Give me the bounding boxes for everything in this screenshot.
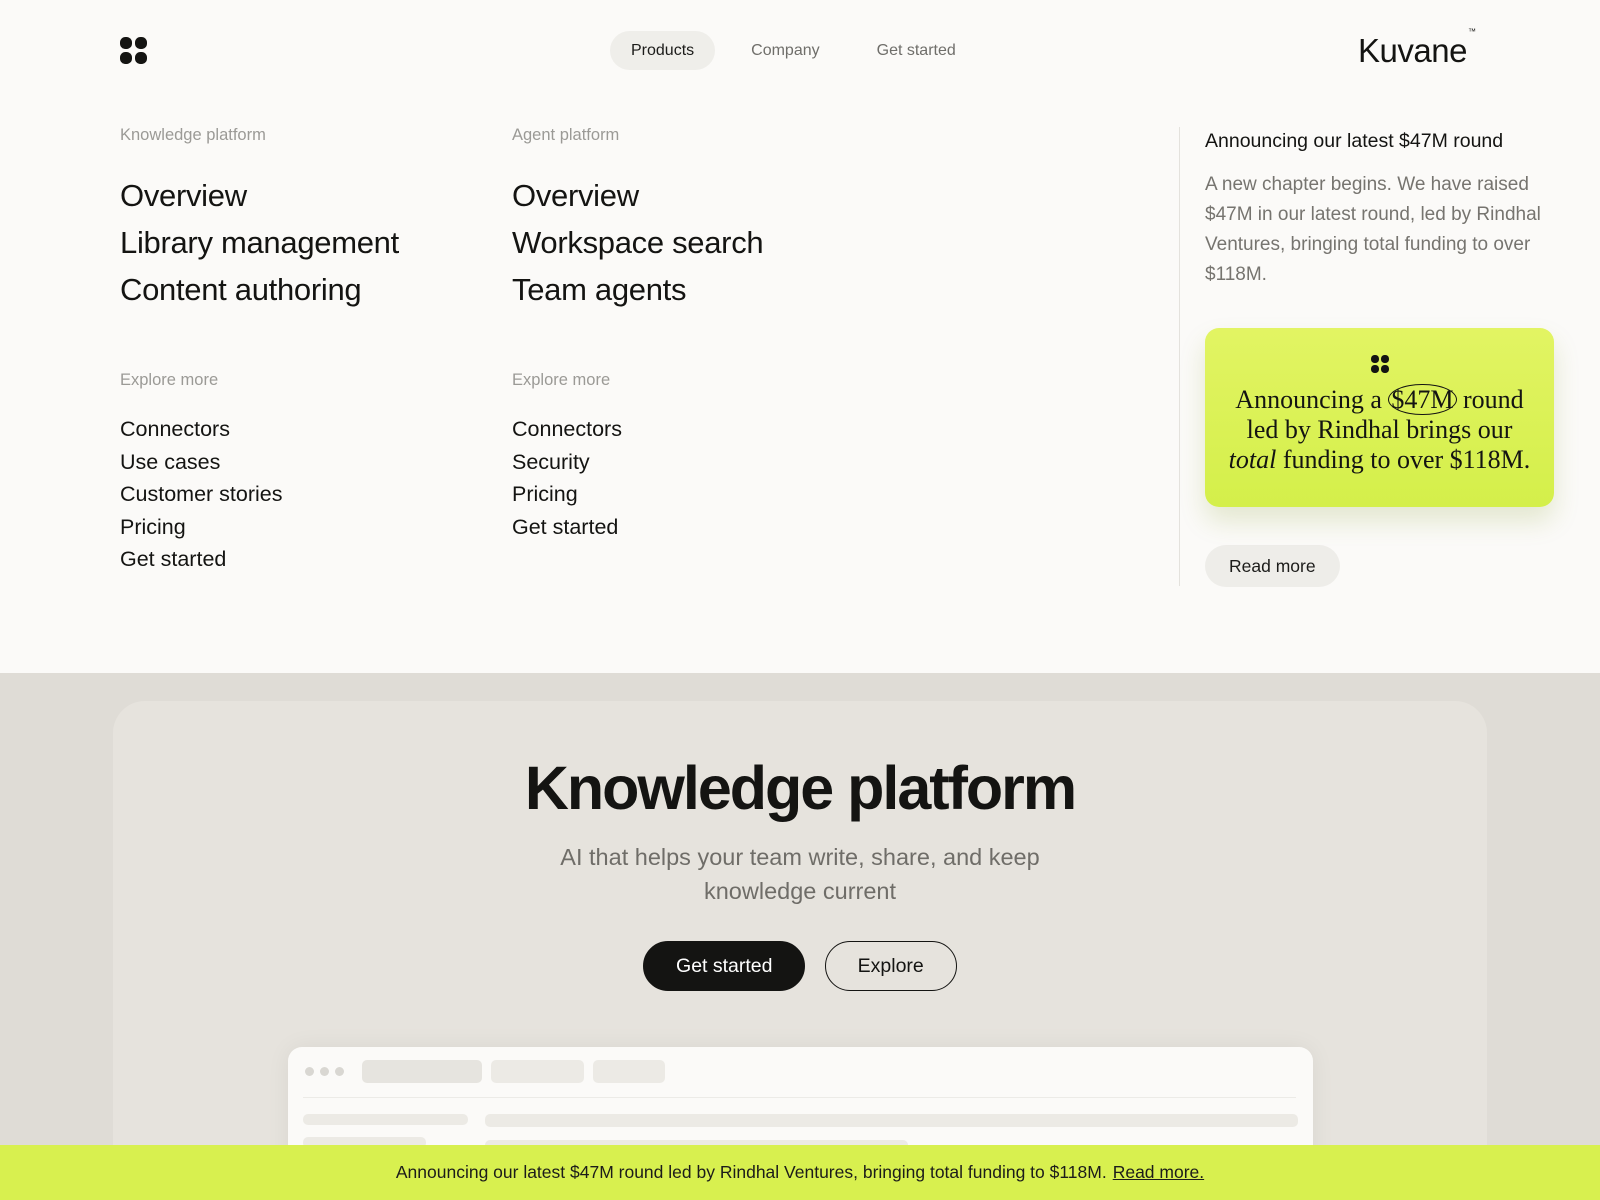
hero-title: Knowledge platform (524, 754, 1077, 822)
news-panel: Announcing our latest $47M round A new c… (1205, 128, 1555, 587)
menu-link-pricing[interactable]: Pricing (120, 511, 480, 544)
nav-item-products[interactable]: Products (610, 31, 716, 70)
main-nav: Products Company Get started (610, 31, 992, 70)
brand-wordmark[interactable]: Kuvane™ (1358, 27, 1476, 70)
read-more-button[interactable]: Read more (1205, 545, 1340, 587)
four-dots-logo-icon[interactable] (120, 37, 147, 64)
hero-actions: Get started Explore (113, 941, 1487, 991)
site-header: Products Company Get started Kuvane™ (0, 0, 1600, 100)
explore-heading-knowledge: Explore more (120, 371, 219, 389)
menu-heading-knowledge: Knowledge platform (120, 126, 266, 144)
menu-link-connectors[interactable]: Connectors (120, 413, 480, 446)
knowledge-primary-links: Overview Library management Content auth… (120, 172, 480, 313)
announcement-read-more-link[interactable]: Read more. (1113, 1162, 1204, 1182)
agent-primary-links: Overview Workspace search Team agents (512, 172, 872, 313)
explore-button[interactable]: Explore (824, 941, 957, 991)
card-quote-italic: total (1228, 445, 1277, 474)
menu-link-agent-get-started[interactable]: Get started (512, 511, 872, 544)
menu-link-knowledge-overview[interactable]: Overview (120, 172, 480, 219)
hero-section: Knowledge platform AI that helps your te… (0, 673, 1600, 1200)
window-divider (303, 1097, 1296, 1098)
four-dots-logo-icon (1371, 355, 1389, 373)
card-quote-line-3: total funding to over $118M. (1205, 445, 1554, 475)
explore-heading-agent: Explore more (512, 371, 611, 389)
circled-amount: $47M (1388, 384, 1457, 415)
agent-secondary-links: Connectors Security Pricing Get started (512, 413, 872, 543)
menu-link-agent-overview[interactable]: Overview (512, 172, 872, 219)
hero-subtitle: AI that helps your team write, share, an… (560, 844, 1040, 904)
skeleton-tab (362, 1060, 482, 1083)
menu-link-agent-pricing[interactable]: Pricing (512, 478, 872, 511)
trademark-symbol: ™ (1467, 27, 1476, 36)
announcement-text: Announcing our latest $47M round led by … (395, 1162, 1107, 1182)
news-title[interactable]: Announcing our latest $47M round (1205, 128, 1555, 154)
get-started-button[interactable]: Get started (643, 941, 806, 991)
menu-heading-agent: Agent platform (512, 126, 620, 144)
menu-link-customer-stories[interactable]: Customer stories (120, 478, 480, 511)
brand-name: Kuvane (1358, 32, 1467, 69)
menu-link-security[interactable]: Security (512, 446, 872, 479)
card-quote-line-1: Announcing a $47M round (1205, 384, 1554, 415)
menu-link-content-authoring[interactable]: Content authoring (120, 266, 480, 313)
card-quote: Announcing a $47M round led by Rindhal b… (1205, 384, 1554, 475)
skeleton-tab (491, 1060, 584, 1083)
news-body: A new chapter begins. We have raised $47… (1205, 174, 1541, 285)
menu-divider (1179, 127, 1180, 586)
window-dot (305, 1067, 314, 1076)
menu-column-agent: Agent platform Overview Workspace search… (512, 126, 872, 543)
card-quote-line-2: led by Rindhal brings our (1246, 415, 1513, 444)
menu-link-agent-connectors[interactable]: Connectors (512, 413, 872, 446)
menu-link-team-agents[interactable]: Team agents (512, 266, 872, 313)
card-quote-end: funding to over $118M. (1282, 445, 1531, 474)
menu-link-library-management[interactable]: Library management (120, 219, 480, 266)
hero-card: Knowledge platform AI that helps your te… (113, 701, 1487, 1200)
menu-link-workspace-search[interactable]: Workspace search (512, 219, 872, 266)
skeleton-tab (593, 1060, 665, 1083)
window-controls (305, 1067, 344, 1076)
knowledge-secondary-links: Connectors Use cases Customer stories Pr… (120, 413, 480, 576)
window-dot (320, 1067, 329, 1076)
news-feature-card[interactable]: Announcing a $47M round led by Rindhal b… (1205, 328, 1554, 507)
window-dot (335, 1067, 344, 1076)
nav-item-company[interactable]: Company (730, 31, 840, 70)
card-quote-prefix: Announcing a (1235, 385, 1382, 414)
menu-link-get-started[interactable]: Get started (120, 543, 480, 576)
card-quote-suffix: round (1463, 385, 1524, 414)
skeleton-sidebar-line (303, 1114, 468, 1125)
nav-item-get-started[interactable]: Get started (856, 31, 977, 70)
menu-link-use-cases[interactable]: Use cases (120, 446, 480, 479)
announcement-bar: Announcing our latest $47M round led by … (0, 1145, 1600, 1200)
menu-column-knowledge: Knowledge platform Overview Library mana… (120, 126, 480, 576)
skeleton-content-line (485, 1114, 1298, 1127)
